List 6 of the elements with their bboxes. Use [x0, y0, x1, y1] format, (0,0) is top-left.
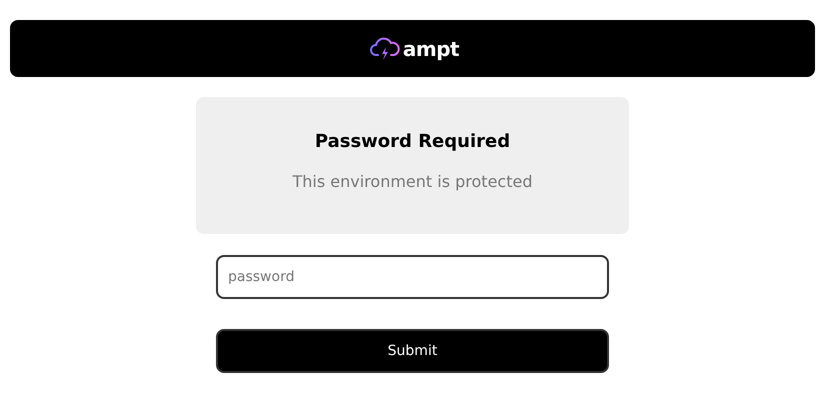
- card-title: Password Required: [314, 131, 510, 152]
- password-field[interactable]: password: [216, 255, 609, 299]
- submit-button[interactable]: Submit: [216, 329, 609, 373]
- cloud-lightning-icon: [370, 36, 400, 62]
- card-subtitle: This environment is protected: [292, 172, 532, 191]
- logo-text: ampt: [402, 36, 460, 60]
